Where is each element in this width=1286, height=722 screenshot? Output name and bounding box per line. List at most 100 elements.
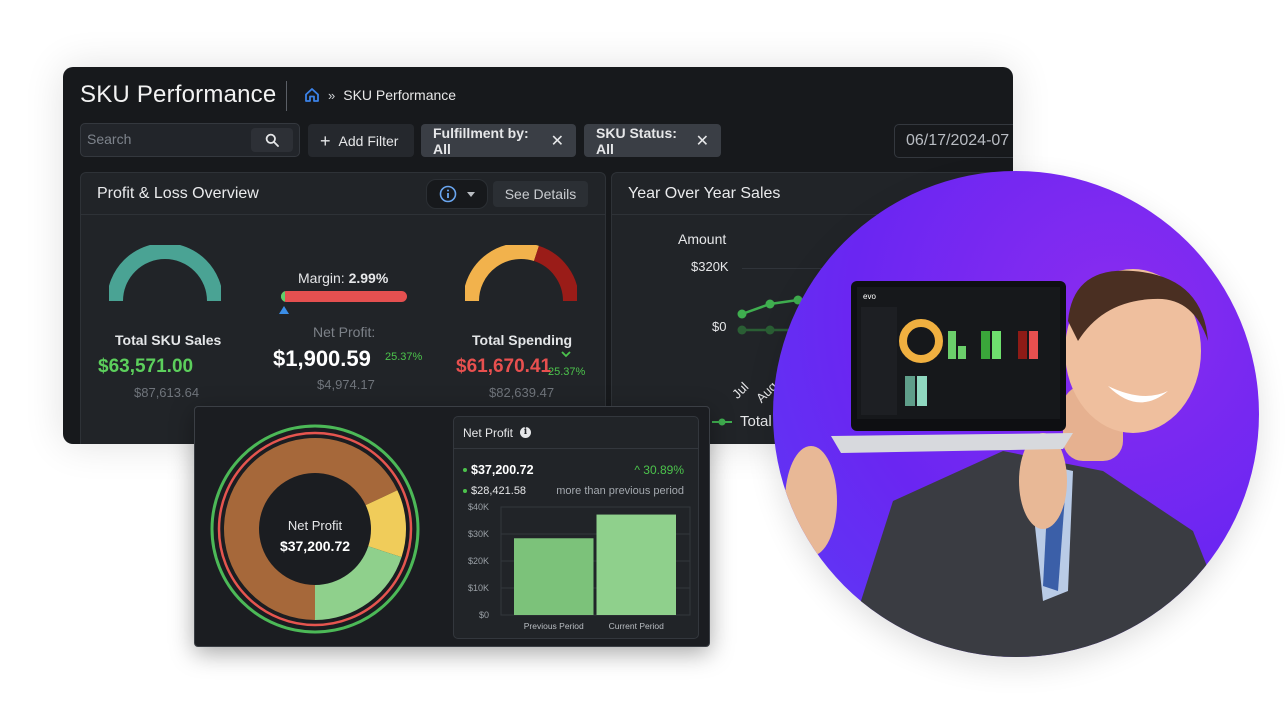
total-spending-value: $61,670.41 — [456, 356, 552, 377]
margin-label: Margin: 2.99% — [298, 270, 388, 286]
laptop-bar — [948, 331, 956, 359]
net-profit-change: 25.37% — [385, 351, 423, 363]
x-tick-label: Current Period — [609, 621, 665, 631]
laptop-bar — [981, 331, 990, 359]
margin-bar — [281, 291, 407, 302]
search-box — [80, 123, 300, 157]
change-percent: ^ 30.89% — [634, 463, 684, 477]
breadcrumb: » SKU Performance — [304, 87, 456, 103]
laptop-bar — [1018, 331, 1027, 359]
filter-chip-label: Fulfillment by: All — [433, 124, 529, 157]
donut-center-value: $37,200.72 — [279, 538, 351, 554]
x-tick-label: Previous Period — [524, 621, 584, 631]
panel-header: Profit & Loss Overview See Details — [81, 173, 605, 215]
y-tick-label: $40K — [468, 502, 489, 512]
filter-chip-fulfillment[interactable]: Fulfillment by: All ✕ — [421, 124, 576, 157]
page-title: SKU Performance — [80, 81, 277, 108]
net-profit-label: Net Profit: — [313, 324, 376, 340]
search-button[interactable] — [251, 128, 293, 152]
net-profit-card: Net Profit $37,200.72 Net Profit i $37,2… — [194, 406, 710, 647]
caret-up-icon: ^ — [634, 463, 644, 477]
data-point — [737, 325, 747, 335]
segment-lightgreen — [315, 546, 402, 620]
previous-value-row: $28,421.58 — [463, 485, 526, 497]
laptop-sidebar — [861, 307, 897, 415]
spending-gauge-segment — [533, 245, 577, 302]
y-tick-label: $0 — [479, 610, 489, 620]
bar-previous-period — [514, 538, 594, 615]
laptop-logo: evo — [863, 292, 876, 301]
person-with-laptop-illustration: evo — [785, 269, 1243, 657]
panel-title: Year Over Year Sales — [628, 185, 781, 202]
bar-current-period — [596, 514, 676, 615]
net-profit-value: $1,900.59 — [273, 346, 371, 371]
margin-bar-fill — [281, 291, 285, 302]
search-icon — [265, 133, 279, 147]
x-tick-label: Jul — [729, 379, 752, 402]
donut-center-label: Net Profit — [287, 518, 343, 533]
close-icon[interactable]: ✕ — [696, 131, 709, 151]
bullet-icon — [463, 468, 467, 472]
detail-panel-header: Net Profit i — [454, 417, 698, 449]
net-profit-detail-panel: Net Profit i $37,200.72 $28,421.58 ^ 30.… — [453, 416, 699, 639]
total-sales-previous: $87,613.64 — [134, 385, 200, 400]
plus-icon: + — [320, 130, 331, 151]
total-spending-label: Total Spending — [472, 332, 573, 348]
laptop-bar — [917, 376, 927, 406]
legend-marker-icon — [712, 418, 732, 425]
net-profit-bar-chart: $0 $10K $20K $30K $40K Previous Period Current… — [468, 502, 691, 631]
spending-gauge-segment — [465, 245, 539, 302]
profit-loss-panel: Profit & Loss Overview See Details Total — [80, 172, 606, 444]
search-input[interactable] — [87, 131, 247, 147]
laptop-bar — [1029, 331, 1038, 359]
laptop-bar — [905, 376, 915, 406]
previous-value: $28,421.58 — [471, 485, 527, 497]
change-note: more than previous period — [556, 485, 684, 497]
data-point — [737, 309, 747, 319]
laptop-bar — [958, 346, 966, 359]
promo-circle: evo — [773, 171, 1259, 657]
bullet-icon — [463, 489, 467, 493]
laptop-bar — [992, 331, 1001, 359]
data-point — [765, 299, 775, 309]
info-icon — [439, 185, 457, 203]
marketing-composite: SKU Performance » SKU Performance + Add … — [0, 0, 1286, 722]
filter-chip-sku-status[interactable]: SKU Status: All ✕ — [584, 124, 721, 157]
current-value: $37,200.72 — [471, 463, 534, 477]
panel-title: Profit & Loss Overview — [97, 185, 259, 202]
spending-gauge — [465, 245, 577, 302]
caret-down-icon — [467, 191, 475, 197]
total-spending-previous: $82,639.47 — [489, 385, 555, 400]
detail-panel-title: Net Profit — [463, 425, 514, 440]
sales-gauge — [109, 245, 221, 302]
see-details-button[interactable]: See Details — [493, 181, 588, 207]
add-filter-button[interactable]: + Add Filter — [308, 124, 414, 157]
breadcrumb-separator: » — [328, 87, 336, 103]
y-tick-label: $20K — [468, 556, 489, 566]
margin-value: 2.99% — [348, 270, 389, 286]
total-sales-label: Total SKU Sales — [115, 332, 222, 348]
change-value: 30.89% — [643, 463, 684, 477]
chevron-down-icon — [561, 351, 571, 358]
info-dropdown[interactable] — [426, 179, 488, 209]
margin-text: Margin: — [298, 270, 345, 286]
date-range-picker[interactable]: 06/17/2024-07 — [894, 124, 1013, 158]
title-divider — [286, 81, 287, 111]
net-profit-previous: $4,974.17 — [317, 377, 375, 392]
total-sales-value: $63,571.00 — [98, 356, 194, 377]
data-point — [765, 325, 775, 335]
home-icon[interactable] — [304, 87, 320, 103]
y-tick-label: $30K — [468, 529, 489, 539]
margin-marker-icon — [279, 306, 289, 314]
left-hand — [785, 446, 837, 556]
breadcrumb-current: SKU Performance — [343, 87, 457, 103]
total-spending-change: 25.37% — [548, 366, 586, 378]
y-tick-label: $0 — [712, 319, 727, 334]
add-filter-label: Add Filter — [338, 132, 399, 149]
y-tick-label: $320K — [691, 259, 729, 274]
info-icon[interactable]: i — [520, 427, 532, 438]
y-axis-title: Amount — [678, 231, 727, 247]
close-icon[interactable]: ✕ — [551, 131, 564, 151]
current-value-row: $37,200.72 — [463, 463, 534, 477]
y-tick-label: $10K — [468, 583, 489, 593]
